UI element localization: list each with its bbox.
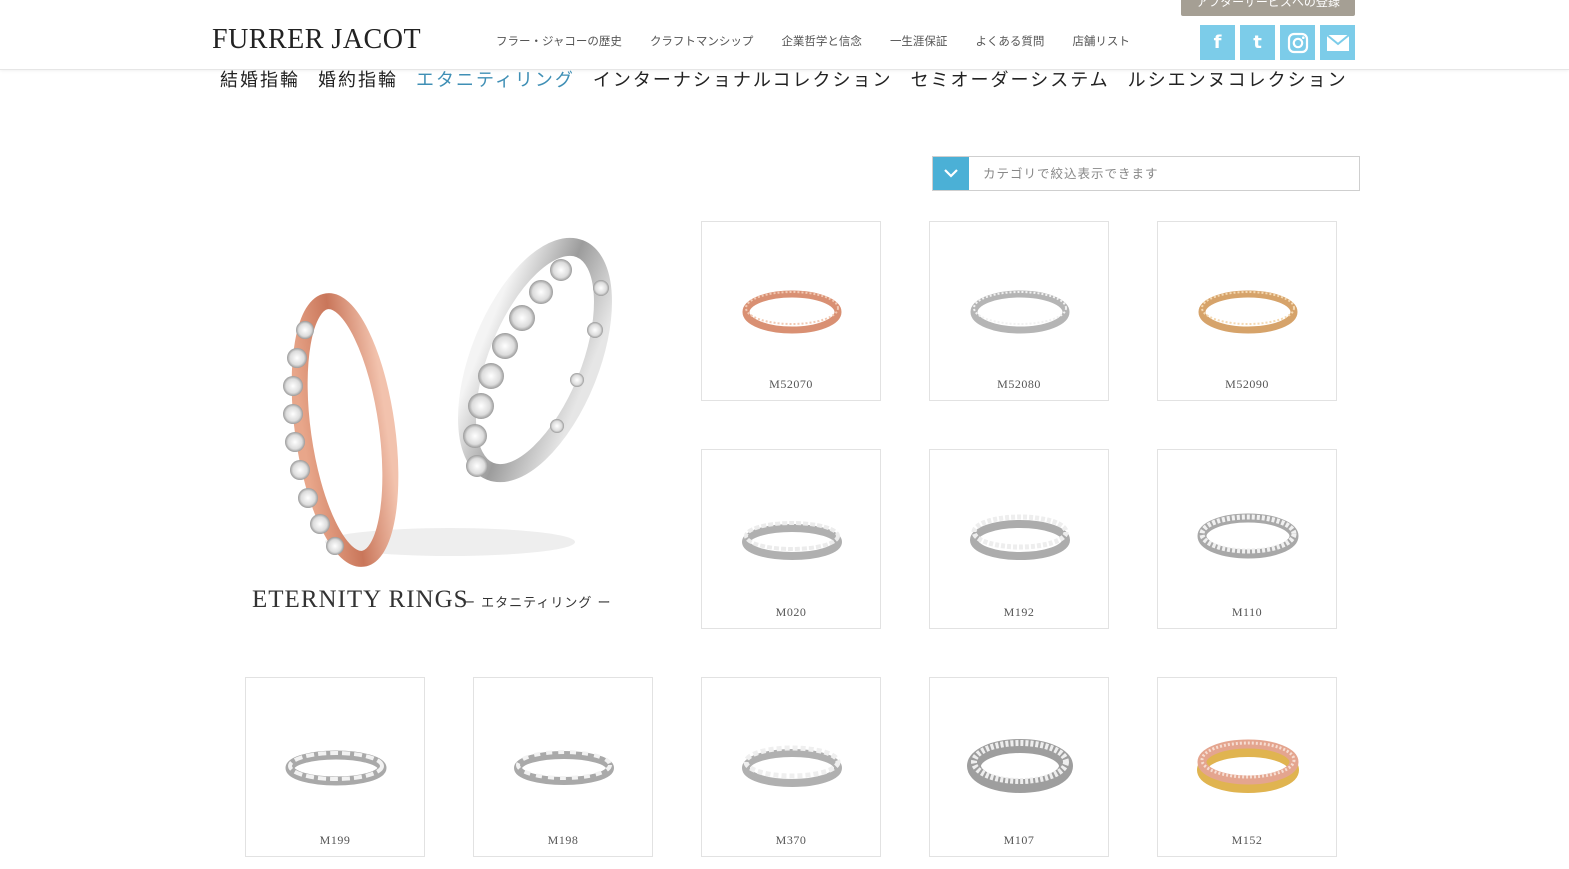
hero-rings-image [283,237,612,567]
chevron-down-icon [933,157,969,190]
nav-item-philosophy[interactable]: 企業哲学と信念 [781,32,862,50]
hero-subtitle: ー エタニティリング ー [462,596,612,611]
product-card[interactable]: M52070 [701,221,881,401]
filter-placeholder: カテゴリで絞込表示できます [983,166,1159,181]
after-service-register-button[interactable]: アフターサービスへの登録 [1181,0,1355,16]
product-code: M107 [1003,833,1035,847]
product-card[interactable]: M370 [701,677,881,857]
nav-item-history[interactable]: フラー・ジャコーの歴史 [496,32,622,50]
product-card[interactable]: M110 [1157,449,1337,629]
product-code: M370 [775,833,807,847]
ring-image [1197,739,1299,793]
ring-image [970,514,1070,560]
twitter-icon: t [1253,32,1262,53]
category-lucienne-collection[interactable]: ルシエンヌコレクション [1128,68,1348,94]
ring-image [514,750,614,785]
ring-image [1198,290,1298,334]
category-wedding-rings[interactable]: 結婚指輪 [220,68,300,94]
brand-logo[interactable]: FURRER JACOT [212,22,421,58]
product-code: M152 [1231,833,1263,847]
mail-icon [1326,34,1349,51]
category-nav: 結婚指輪 婚約指輪 エタニティリング インターナショナルコレクション セミオーダ… [220,68,1366,94]
product-card[interactable]: M192 [929,449,1109,629]
nav-item-craftsmanship[interactable]: クラフトマンシップ [650,32,754,50]
site-header: FURRER JACOT フラー・ジャコーの歴史 クラフトマンシップ 企業哲学と… [0,0,1569,70]
product-code: M199 [319,833,351,847]
category-semi-order-system[interactable]: セミオーダーシステム [911,68,1110,94]
product-card[interactable]: M152 [1157,677,1337,857]
ring-image [285,750,387,786]
product-code: M52090 [1225,377,1269,391]
category-engagement-rings[interactable]: 婚約指輪 [318,68,398,94]
product-card[interactable]: M52090 [1157,221,1337,401]
product-card[interactable]: M107 [929,677,1109,857]
instagram-button[interactable] [1280,25,1315,60]
product-card[interactable]: M52080 [929,221,1109,401]
product-code: M52070 [769,377,813,391]
nav-item-store-list[interactable]: 店舗リスト [1072,32,1130,50]
mail-button[interactable] [1320,25,1355,60]
main-nav: フラー・ジャコーの歴史 クラフトマンシップ 企業哲学と信念 一生涯保証 よくある… [496,32,1158,50]
product-code: M020 [775,605,807,619]
ring-image [742,745,842,787]
product-code: M198 [547,833,579,847]
facebook-button[interactable]: f [1200,25,1235,60]
product-code: M192 [1003,605,1035,619]
instagram-icon [1287,32,1308,53]
nav-item-lifetime-warranty[interactable]: 一生涯保証 [890,32,948,50]
hero-title: ETERNITY RINGS [252,586,469,613]
facebook-icon: f [1213,32,1222,53]
product-code: M52080 [997,377,1041,391]
category-international-collection[interactable]: インターナショナルコレクション [593,68,893,94]
product-card[interactable]: M199 [245,677,425,857]
ring-image [970,290,1070,334]
twitter-button[interactable]: t [1240,25,1275,60]
ring-image [967,739,1073,793]
nav-item-faq[interactable]: よくある質問 [975,32,1044,50]
ring-image [742,521,842,560]
product-card[interactable]: M198 [473,677,653,857]
ring-image [742,290,842,334]
ring-image [1197,513,1299,559]
product-code: M110 [1231,605,1263,619]
category-filter-select[interactable]: カテゴリで絞込表示できます [932,156,1360,191]
category-eternity-rings[interactable]: エタニティリング [416,68,575,94]
product-card[interactable]: M020 [701,449,881,629]
